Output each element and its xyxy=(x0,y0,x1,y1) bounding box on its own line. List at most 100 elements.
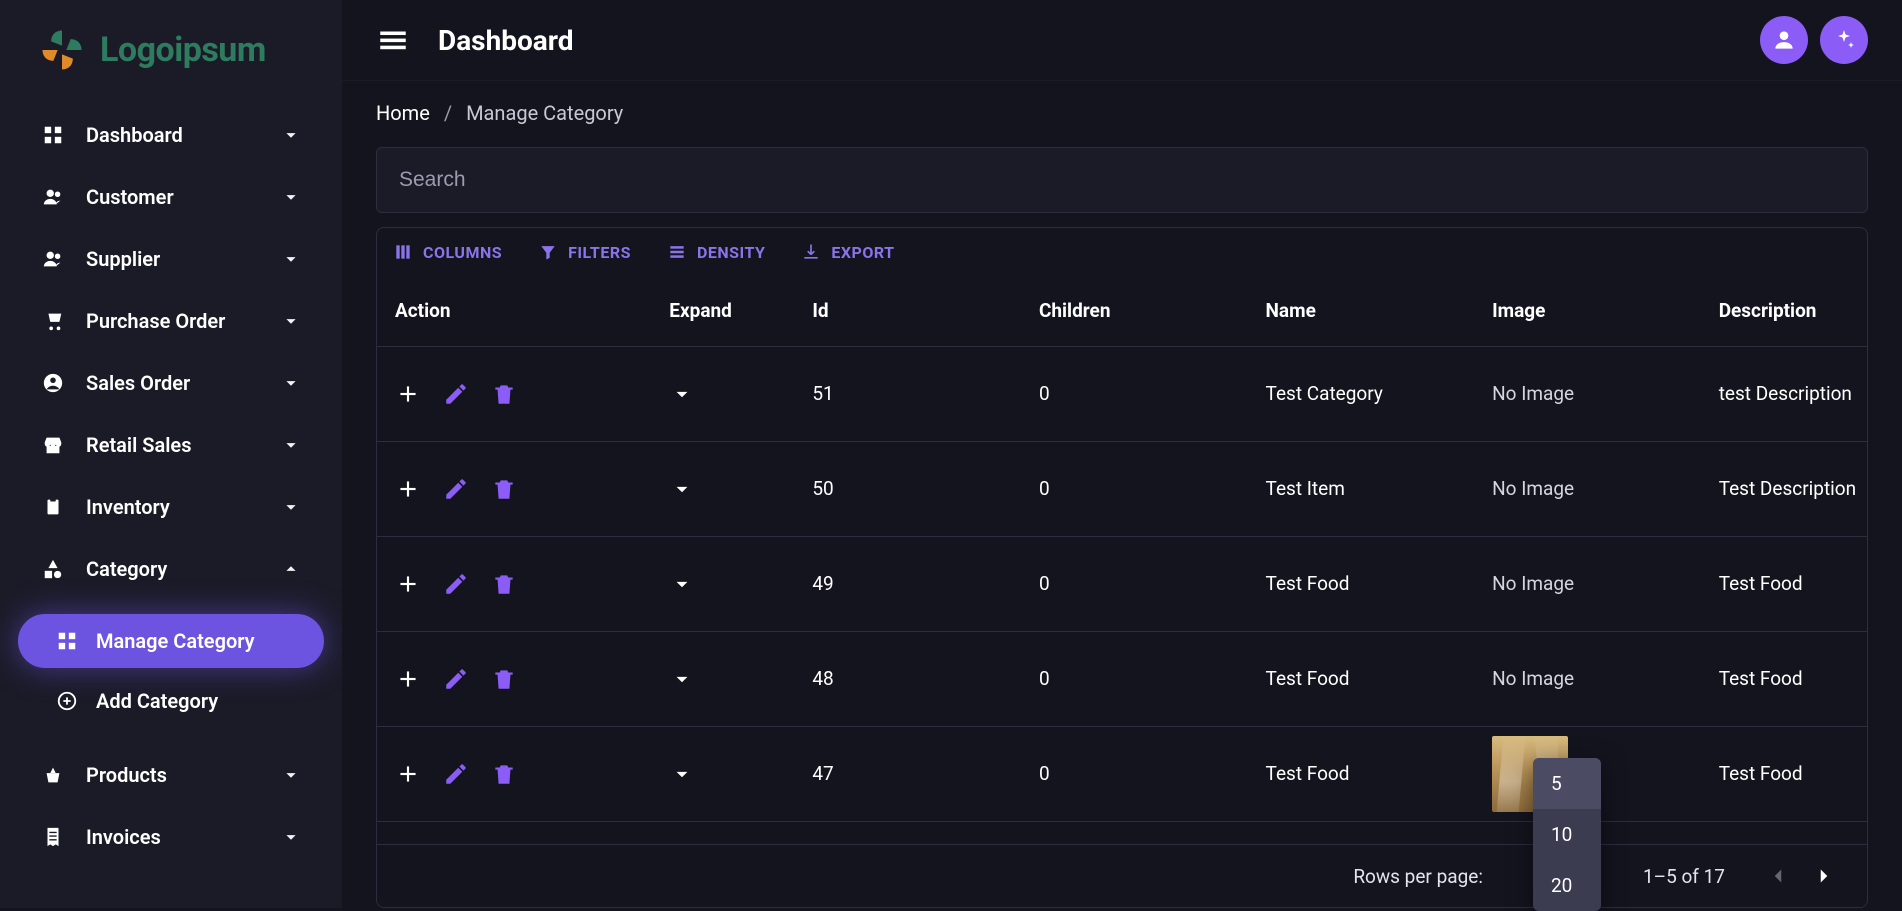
cell-description: Test Food xyxy=(1701,726,1867,821)
chevron-down-icon xyxy=(669,571,695,597)
account-button[interactable] xyxy=(1760,16,1808,64)
columns-button[interactable]: COLUMNS xyxy=(387,234,508,270)
plus-icon xyxy=(395,571,421,597)
no-image-text: No Image xyxy=(1492,667,1574,690)
cell-children: 0 xyxy=(1021,346,1248,441)
no-image-text: No Image xyxy=(1492,572,1574,595)
edit-button[interactable] xyxy=(443,571,469,597)
density-button[interactable]: DENSITY xyxy=(661,234,771,270)
sidebar-item-label: Retail Sales xyxy=(86,433,280,457)
col-id[interactable]: Id xyxy=(794,276,1021,346)
add-child-button[interactable] xyxy=(395,476,421,502)
rows-per-page-option-5[interactable]: 5 xyxy=(1533,758,1601,809)
edit-button[interactable] xyxy=(443,666,469,692)
col-expand[interactable]: Expand xyxy=(651,276,794,346)
sidebar-item-label: Purchase Order xyxy=(86,309,280,333)
sidebar-item-sales-order[interactable]: Sales Order xyxy=(18,352,324,414)
cell-id: 48 xyxy=(794,631,1021,726)
edit-icon xyxy=(443,666,469,692)
col-description[interactable]: Description xyxy=(1701,276,1867,346)
plus-icon xyxy=(395,476,421,502)
breadcrumb: Home / Manage Category xyxy=(376,101,1868,125)
rows-per-page-option-10[interactable]: 10 xyxy=(1533,809,1601,860)
add-child-button[interactable] xyxy=(395,381,421,407)
trash-icon xyxy=(491,381,517,407)
store-icon xyxy=(40,432,66,458)
table-row: 500Test ItemNo ImageTest Description020 xyxy=(377,441,1867,536)
rows-per-page-option-20[interactable]: 20 xyxy=(1533,860,1601,911)
sidebar-item-customer[interactable]: Customer xyxy=(18,166,324,228)
cell-name: Test Category xyxy=(1248,346,1475,441)
chevron-down-icon xyxy=(669,761,695,787)
sidebar-item-retail-sales[interactable]: Retail Sales xyxy=(18,414,324,476)
expand-row-button[interactable] xyxy=(669,476,695,502)
dashboard-icon xyxy=(40,122,66,148)
delete-button[interactable] xyxy=(491,381,517,407)
sidebar-subitem-manage-category[interactable]: Manage Category xyxy=(18,614,324,668)
clipboard-icon xyxy=(40,494,66,520)
expand-row-button[interactable] xyxy=(669,381,695,407)
export-button[interactable]: EXPORT xyxy=(795,234,900,270)
sidebar-item-label: Products xyxy=(86,763,280,787)
col-action[interactable]: Action xyxy=(377,276,651,346)
cell-children: 0 xyxy=(1021,441,1248,536)
chevron-down-icon xyxy=(669,381,695,407)
sidebar-subitem-add-category[interactable]: Add Category xyxy=(18,674,324,728)
next-page-button[interactable] xyxy=(1811,863,1837,889)
cell-description: Test Food xyxy=(1701,536,1867,631)
logo[interactable]: Logoipsum xyxy=(0,0,342,104)
sparkle-button[interactable] xyxy=(1820,16,1868,64)
grid-toolbar: COLUMNS FILTERS DENSITY EXPORT xyxy=(377,228,1867,276)
col-name[interactable]: Name xyxy=(1248,276,1475,346)
edit-button[interactable] xyxy=(443,381,469,407)
cell-description: Test Food xyxy=(1701,631,1867,726)
delete-button[interactable] xyxy=(491,571,517,597)
expand-row-button[interactable] xyxy=(669,761,695,787)
cell-image: No Image xyxy=(1474,536,1701,631)
delete-button[interactable] xyxy=(491,666,517,692)
chevron-down-icon xyxy=(669,666,695,692)
sidebar-item-products[interactable]: Products xyxy=(18,744,324,806)
add-child-button[interactable] xyxy=(395,666,421,692)
cell-name: Test Food xyxy=(1248,631,1475,726)
sidebar-item-inventory[interactable]: Inventory xyxy=(18,476,324,538)
search-input[interactable] xyxy=(376,147,1868,213)
chevron-down-icon xyxy=(280,434,302,456)
col-children[interactable]: Children xyxy=(1021,276,1248,346)
sidebar-subitem-label: Add Category xyxy=(96,689,218,713)
sidebar-item-invoices[interactable]: Invoices xyxy=(18,806,324,868)
pagination-range: 1–5 of 17 xyxy=(1643,865,1725,888)
trash-icon xyxy=(491,476,517,502)
sidebar-item-label: Invoices xyxy=(86,825,280,849)
filters-label: FILTERS xyxy=(568,243,631,262)
cell-name: Test Food xyxy=(1248,536,1475,631)
filters-button[interactable]: FILTERS xyxy=(532,234,637,270)
edit-button[interactable] xyxy=(443,476,469,502)
menu-toggle-button[interactable] xyxy=(376,23,410,57)
edit-button[interactable] xyxy=(443,761,469,787)
sidebar-item-supplier[interactable]: Supplier xyxy=(18,228,324,290)
table-row: 490Test FoodNo ImageTest Food120 xyxy=(377,536,1867,631)
dashboard-icon xyxy=(54,628,80,654)
sidebar-item-dashboard[interactable]: Dashboard xyxy=(18,104,324,166)
col-image[interactable]: Image xyxy=(1474,276,1701,346)
prev-page-button[interactable] xyxy=(1765,863,1791,889)
add-child-button[interactable] xyxy=(395,571,421,597)
sidebar-item-category[interactable]: Category xyxy=(18,538,324,600)
sidebar-item-purchase-order[interactable]: Purchase Order xyxy=(18,290,324,352)
sidebar-item-label: Supplier xyxy=(86,247,280,271)
cell-name: Test Item xyxy=(1248,441,1475,536)
expand-row-button[interactable] xyxy=(669,666,695,692)
chevron-down-icon xyxy=(669,476,695,502)
add-child-button[interactable] xyxy=(395,761,421,787)
expand-row-button[interactable] xyxy=(669,571,695,597)
delete-button[interactable] xyxy=(491,476,517,502)
cell-image: No Image xyxy=(1474,631,1701,726)
cell-children: 0 xyxy=(1021,726,1248,821)
cell-description: Test Description xyxy=(1701,441,1867,536)
delete-button[interactable] xyxy=(491,761,517,787)
chevron-down-icon xyxy=(280,310,302,332)
breadcrumb-home[interactable]: Home xyxy=(376,101,430,125)
account-icon xyxy=(40,370,66,396)
logo-icon xyxy=(36,24,88,76)
